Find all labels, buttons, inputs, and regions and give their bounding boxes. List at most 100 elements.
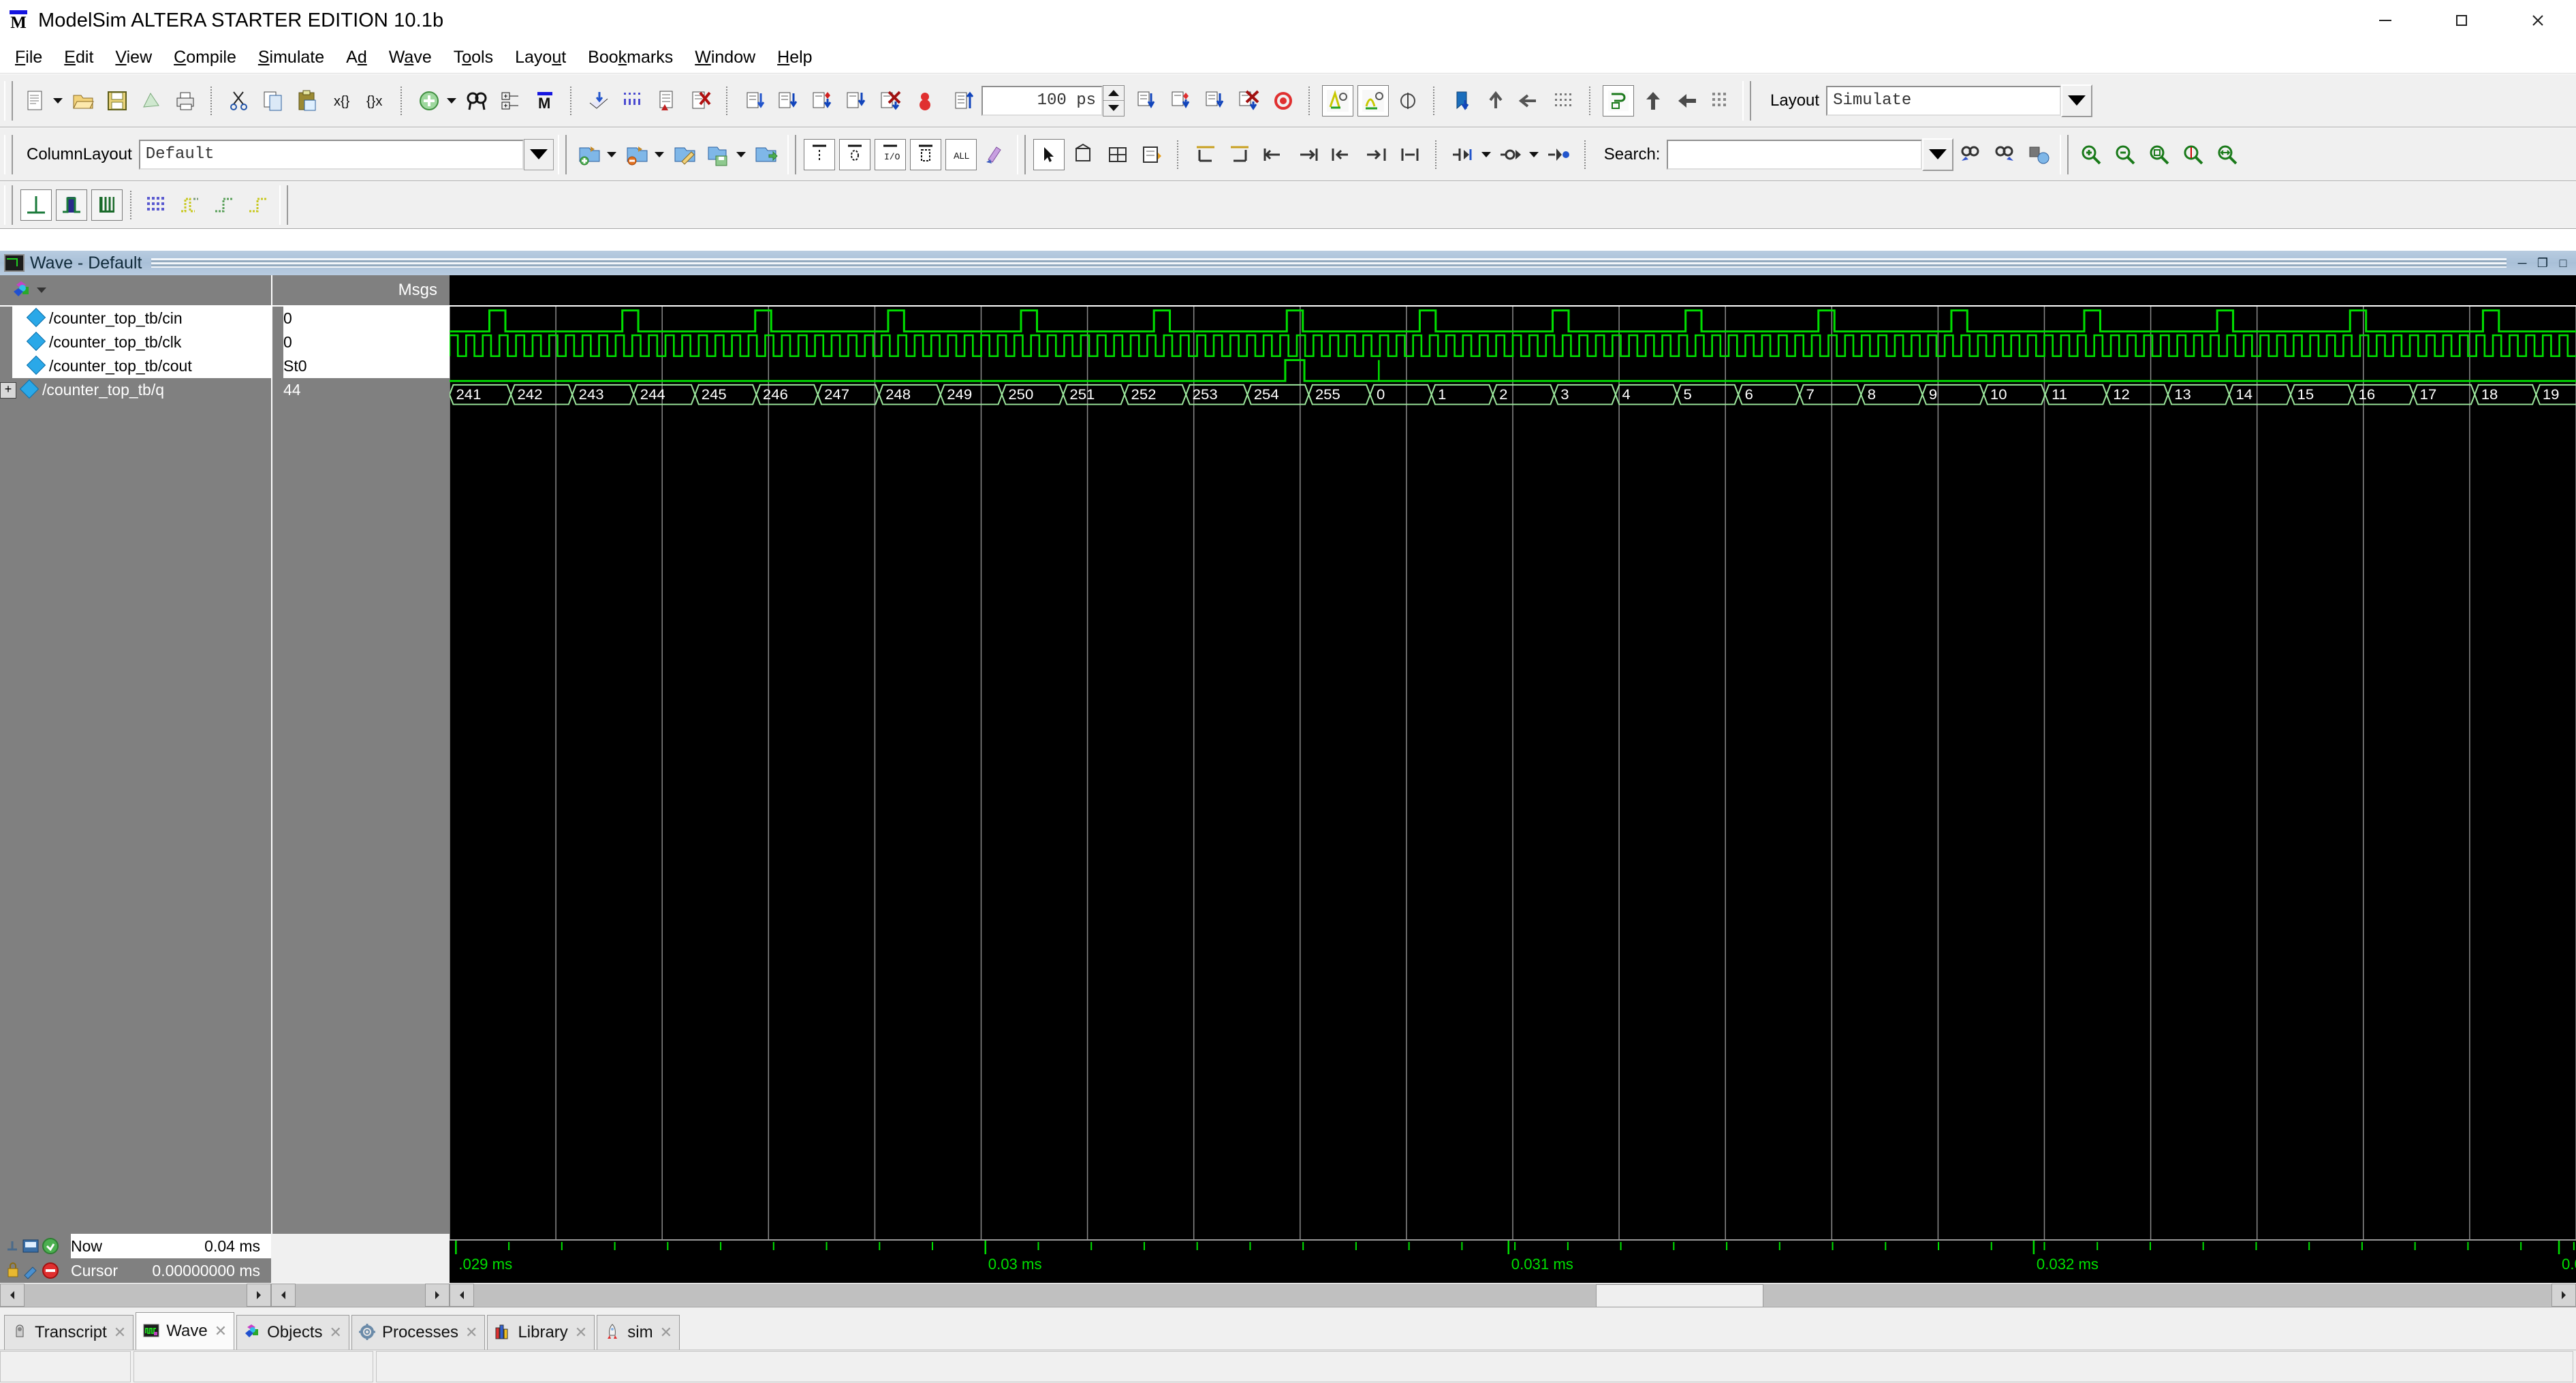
radix-dec-icon[interactable] [909, 138, 941, 170]
signal-insert-icon[interactable] [1449, 140, 1479, 170]
modelsim-icon[interactable]: M [530, 86, 560, 116]
menu-window[interactable]: Window [684, 45, 766, 70]
columnlayout-combo-value[interactable]: Default [138, 139, 524, 170]
zoom-mode-icon[interactable] [1069, 140, 1099, 170]
signal-ungroup-icon[interactable] [1544, 140, 1574, 170]
toolbar-grip-3[interactable] [4, 134, 13, 174]
names-scroll-right-arrow[interactable] [247, 1284, 271, 1307]
wave-remove-dropdown-icon[interactable] [654, 140, 665, 170]
wave-scroll-left-arrow[interactable] [450, 1284, 474, 1307]
step-icon[interactable] [1132, 86, 1162, 116]
find-options-icon[interactable] [2024, 140, 2054, 170]
zoom-in-mode-icon[interactable] [1103, 140, 1133, 170]
toolbar-grip-6[interactable] [1016, 134, 1026, 174]
zoom-out-icon[interactable] [2110, 140, 2140, 170]
compile-all-icon[interactable] [618, 86, 648, 116]
toolbar-grip-4[interactable] [557, 134, 567, 174]
maximize-button[interactable] [2423, 0, 2500, 41]
menu-wave[interactable]: Wave [378, 45, 443, 70]
signal-row-q[interactable]: + /counter_top_tb/q [0, 378, 271, 402]
bookmark-add-icon[interactable] [1447, 86, 1477, 116]
names-scroll-track[interactable] [25, 1284, 247, 1306]
open-folder-icon[interactable] [68, 86, 98, 116]
radix-all-icon[interactable]: ALL [945, 138, 977, 170]
search-dropdown-arrow-icon[interactable] [1922, 138, 1954, 171]
compile-icon[interactable] [584, 86, 614, 116]
reload-icon[interactable] [136, 86, 166, 116]
bookmark-up-icon[interactable] [1481, 86, 1511, 116]
tab-objects[interactable]: Objects ✕ [236, 1315, 349, 1350]
signal-insert-dropdown-icon[interactable] [1481, 140, 1492, 170]
align-left-icon[interactable] [1191, 140, 1221, 170]
wave-rising-icon[interactable] [209, 190, 239, 220]
shrink-left-icon[interactable] [1327, 140, 1357, 170]
zoom-cursor-icon[interactable] [2178, 140, 2208, 170]
run-all-icon[interactable] [842, 86, 872, 116]
tab-processes-close-icon[interactable]: ✕ [465, 1324, 477, 1341]
menu-tools[interactable]: Tools [443, 45, 504, 70]
radix-symbolic-icon[interactable] [803, 138, 835, 170]
wave-minimize-button[interactable]: ─ [2513, 254, 2531, 272]
select-mode-icon[interactable] [1033, 138, 1065, 170]
wave-insert-icon[interactable] [1549, 86, 1579, 116]
values-scroll-track[interactable] [296, 1284, 425, 1306]
signal-row-cout[interactable]: /counter_top_tb/cout [12, 354, 271, 378]
save-icon[interactable] [102, 86, 132, 116]
zoom-range-icon[interactable] [2212, 140, 2242, 170]
wave-up-arrow-icon[interactable] [1638, 86, 1668, 116]
tab-transcript[interactable]: Transcript ✕ [4, 1315, 134, 1350]
menu-bookmarks[interactable]: Bookmarks [577, 45, 684, 70]
tab-objects-close-icon[interactable]: ✕ [330, 1324, 342, 1341]
wave-paint-icon[interactable] [981, 140, 1011, 170]
run-length-input[interactable]: 100 ps [981, 85, 1103, 116]
zoom-in-icon[interactable] [2076, 140, 2106, 170]
wave-add-dropdown-icon[interactable] [606, 140, 617, 170]
wave-panel-titlebar[interactable]: Wave - Default ─ ❐ □ [0, 251, 2576, 276]
wave-zoom2-icon[interactable] [1357, 84, 1389, 116]
menu-view[interactable]: View [104, 45, 163, 70]
wave-scroll-right-arrow[interactable] [2551, 1284, 2576, 1307]
undo-icon[interactable]: x{} [326, 86, 356, 116]
toolbar-grip-9[interactable] [279, 185, 288, 225]
zoom-full-icon[interactable] [2144, 140, 2174, 170]
break-icon[interactable] [876, 86, 906, 116]
menu-edit[interactable]: Edit [53, 45, 104, 70]
step-out-icon[interactable] [1200, 86, 1230, 116]
wave-falling-icon[interactable] [243, 190, 273, 220]
copy-icon[interactable] [258, 86, 288, 116]
find-next-icon[interactable] [1990, 140, 2020, 170]
step-break-icon[interactable] [1234, 86, 1264, 116]
align-right-icon[interactable] [1225, 140, 1255, 170]
menu-simulate[interactable]: Simulate [247, 45, 335, 70]
run-length-stepper-up[interactable] [1103, 85, 1124, 101]
wave-export-icon[interactable] [751, 140, 781, 170]
wave-restore-button[interactable]: ❐ [2534, 254, 2551, 272]
menu-file[interactable]: File [4, 45, 53, 70]
add-wave-dropdown-icon[interactable] [446, 86, 457, 116]
wave-left-arrow-icon[interactable] [1672, 86, 1702, 116]
signal-group-dropdown-icon[interactable] [1528, 140, 1539, 170]
find-prev-icon[interactable] [1955, 140, 1985, 170]
wave-multi-icon[interactable] [91, 189, 123, 221]
minimize-button[interactable] [2347, 0, 2423, 41]
stop-run-icon[interactable] [1268, 86, 1298, 116]
objects-dropdown-caret-icon[interactable] [37, 288, 46, 293]
print-icon[interactable] [170, 86, 200, 116]
values-scroll-right-arrow[interactable] [425, 1284, 450, 1307]
continue-run-icon[interactable] [808, 86, 838, 116]
search-input[interactable] [1667, 139, 1923, 170]
wave-clock-icon[interactable] [175, 190, 205, 220]
signal-group-icon[interactable] [1496, 140, 1526, 170]
tab-library-close-icon[interactable]: ✕ [575, 1324, 587, 1341]
simulate-icon[interactable] [652, 86, 682, 116]
redo-icon[interactable]: {}x [360, 86, 390, 116]
signal-row-clk[interactable]: /counter_top_tb/clk [12, 330, 271, 354]
cut-icon[interactable] [224, 86, 254, 116]
wave-cursor-icon[interactable] [1393, 86, 1423, 116]
menu-layout[interactable]: Layout [504, 45, 577, 70]
toolbar-grip-8[interactable] [4, 185, 13, 225]
tab-processes[interactable]: Processes ✕ [351, 1315, 486, 1350]
wave-remove-icon[interactable] [622, 140, 652, 170]
wave-edge-icon[interactable] [56, 189, 87, 221]
wave-pattern-icon[interactable] [141, 190, 171, 220]
